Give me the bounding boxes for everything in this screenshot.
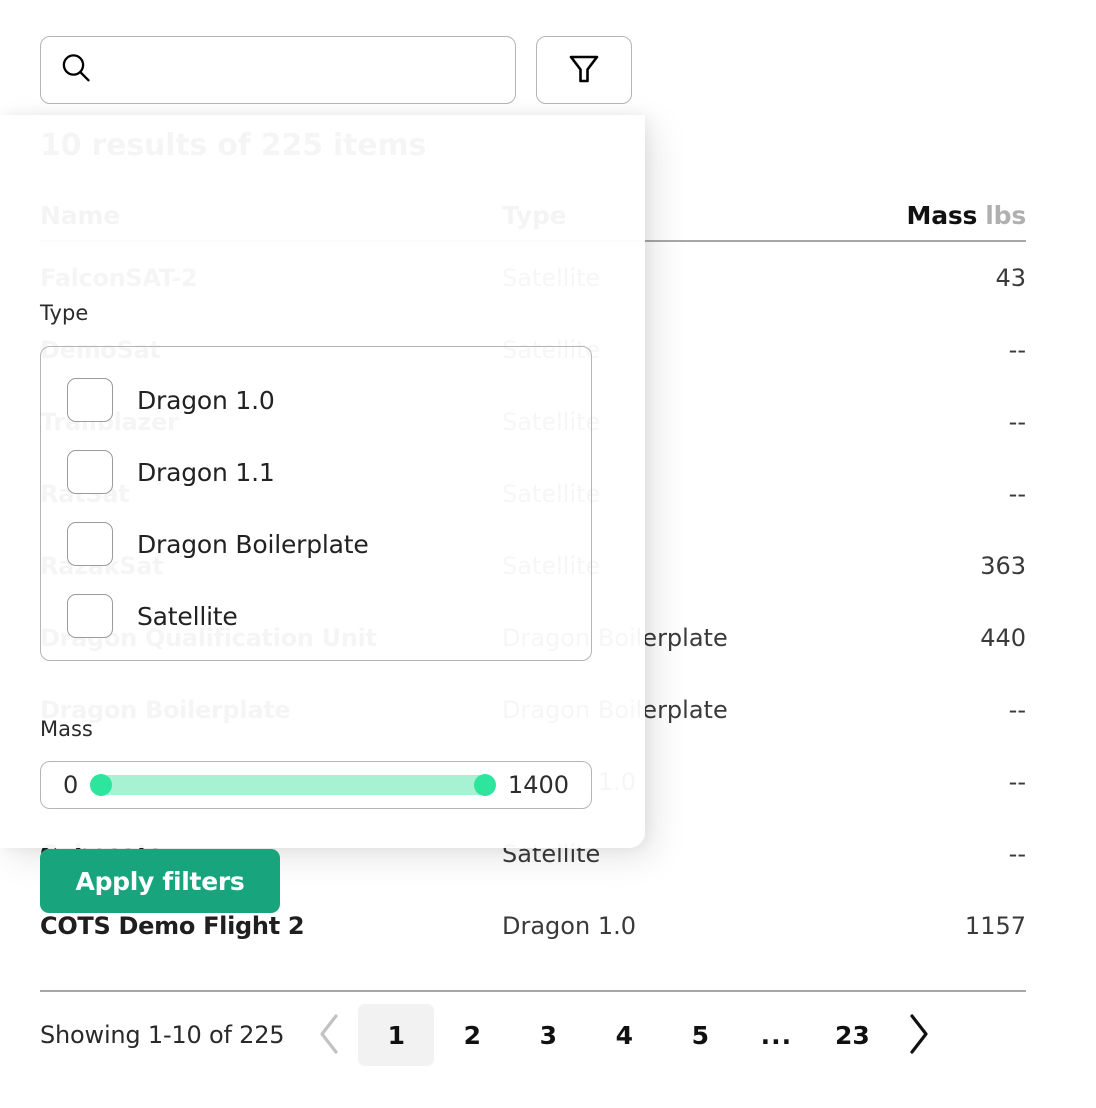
- checkbox-icon[interactable]: [67, 450, 113, 494]
- filter-type-option[interactable]: Dragon Boilerplate: [41, 508, 591, 580]
- mass-slider-handle-max[interactable]: [474, 774, 496, 796]
- chevron-left-icon: [315, 1012, 345, 1059]
- pagination: 12345...23: [302, 1004, 946, 1066]
- filter-type-option-label: Dragon Boilerplate: [137, 530, 369, 559]
- mass-slider-track[interactable]: [92, 775, 494, 795]
- pagination-page-1[interactable]: 1: [358, 1004, 434, 1066]
- filter-toggle-button[interactable]: [536, 36, 632, 104]
- pagination-prev-button[interactable]: [302, 1007, 358, 1063]
- filter-mass-range-slider[interactable]: 0 1400: [40, 761, 592, 809]
- filter-type-option[interactable]: Dragon 1.0: [41, 364, 591, 436]
- filter-type-option-label: Satellite: [137, 602, 238, 631]
- pagination-page-last[interactable]: 23: [814, 1004, 890, 1066]
- search-box[interactable]: [40, 36, 516, 104]
- filter-type-option[interactable]: Satellite: [41, 580, 591, 652]
- checkbox-icon[interactable]: [67, 378, 113, 422]
- checkbox-icon[interactable]: [67, 594, 113, 638]
- app-root: 10 results of 225 items Name Type Masslb…: [0, 0, 1096, 1108]
- mass-max-value: 1400: [508, 771, 569, 799]
- filter-type-checkbox-group: Dragon 1.0 Dragon 1.1 Dragon Boilerplate Sa…: [40, 346, 592, 661]
- column-header-mass[interactable]: Masslbs: [842, 201, 1026, 230]
- checkbox-icon[interactable]: [67, 522, 113, 566]
- cell-mass: 1157: [842, 912, 1026, 940]
- pagination-page-5[interactable]: 5: [662, 1004, 738, 1066]
- cell-mass: --: [842, 336, 1026, 364]
- pagination-page-2[interactable]: 2: [434, 1004, 510, 1066]
- cell-mass: --: [842, 840, 1026, 868]
- search-input[interactable]: [105, 37, 497, 103]
- filter-mass-label: Mass: [40, 717, 93, 741]
- search-icon: [59, 51, 93, 89]
- cell-mass: --: [842, 768, 1026, 796]
- search-toolbar: [40, 36, 1056, 104]
- cell-name: COTS Demo Flight 2: [40, 912, 502, 940]
- apply-filters-button[interactable]: Apply filters: [40, 849, 280, 913]
- cell-mass: --: [842, 480, 1026, 508]
- cell-mass: --: [842, 696, 1026, 724]
- column-header-mass-unit: lbs: [985, 201, 1026, 230]
- table-footer: Showing 1-10 of 225 12345...23: [40, 990, 1026, 1078]
- filter-type-option[interactable]: Dragon 1.1: [41, 436, 591, 508]
- filter-funnel-icon: [566, 51, 602, 90]
- column-header-mass-label: Mass: [907, 201, 978, 230]
- cell-type: Dragon 1.0: [502, 912, 842, 940]
- filter-type-label: Type: [40, 301, 88, 325]
- filter-panel: Type Dragon 1.0 Dragon 1.1 Dragon Boilerpl…: [0, 115, 645, 848]
- cell-mass: --: [842, 408, 1026, 436]
- cell-mass: 43: [842, 264, 1026, 292]
- mass-slider-handle-min[interactable]: [90, 774, 112, 796]
- filter-type-option-label: Dragon 1.1: [137, 458, 275, 487]
- filter-type-option-label: Dragon 1.0: [137, 386, 275, 415]
- pagination-page-3[interactable]: 3: [510, 1004, 586, 1066]
- pagination-pages: 12345...23: [358, 1004, 890, 1066]
- showing-count: Showing 1-10 of 225: [40, 1021, 284, 1049]
- cell-mass: 363: [842, 552, 1026, 580]
- pagination-ellipsis: ...: [738, 1021, 814, 1050]
- cell-mass: 440: [842, 624, 1026, 652]
- chevron-right-icon: [903, 1012, 933, 1059]
- pagination-next-button[interactable]: [890, 1007, 946, 1063]
- mass-min-value: 0: [63, 771, 78, 799]
- pagination-page-4[interactable]: 4: [586, 1004, 662, 1066]
